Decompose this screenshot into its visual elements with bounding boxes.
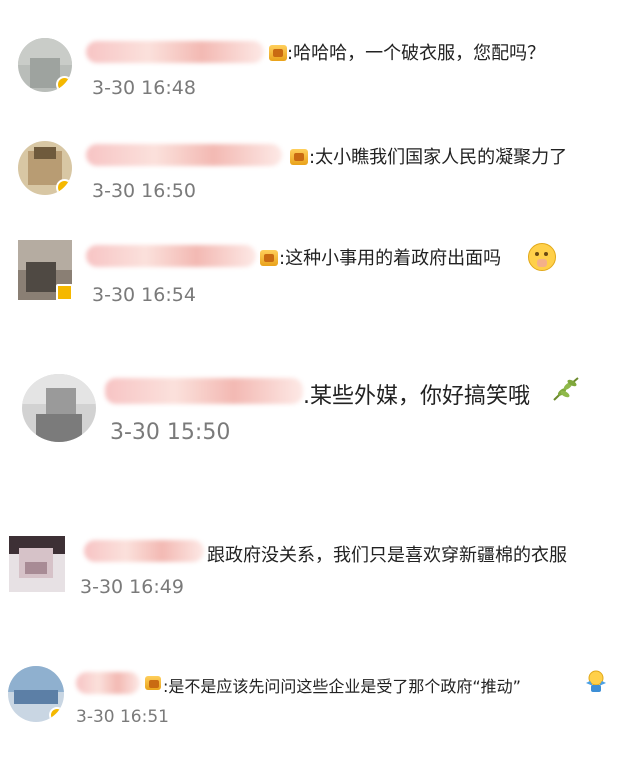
verified-badge-icon: [56, 284, 72, 300]
comment-text: .某些外媒，你好搞笑哦: [303, 384, 530, 409]
comment-time: 3-30 16:54: [92, 284, 196, 306]
username-blurred[interactable]: [76, 672, 140, 694]
comment-time: 3-30 15:50: [110, 420, 231, 445]
olive-branch-emoji: [550, 374, 582, 404]
verified-badge-icon: [56, 76, 72, 92]
comment-time: 3-30 16:48: [92, 77, 196, 99]
comment-text: :是不是应该先问问这些企业是受了那个政府“推动”: [163, 677, 521, 696]
avatar[interactable]: [18, 240, 72, 300]
avatar[interactable]: [22, 374, 96, 442]
username-blurred[interactable]: [86, 41, 264, 63]
comment-text: :太小瞧我们国家人民的凝聚力了: [309, 147, 568, 168]
comment-time: 3-30 16:51: [76, 707, 169, 727]
username-blurred[interactable]: [84, 540, 204, 562]
verified-badge-icon: [49, 707, 64, 722]
username-blurred[interactable]: [105, 378, 303, 404]
username-blurred[interactable]: [86, 245, 256, 267]
vip-icon: [269, 45, 287, 61]
comment-text: :哈哈哈，一个破衣服，您配吗？: [287, 43, 546, 64]
avatar[interactable]: [8, 666, 64, 722]
vip-icon: [145, 676, 161, 690]
vip-icon: [260, 250, 278, 266]
shushing-face-emoji: [528, 243, 556, 271]
comment-text: 跟政府没关系，我们只是喜欢穿新疆棉的衣服: [207, 545, 567, 566]
avatar[interactable]: [18, 38, 72, 92]
comment-time: 3-30 16:49: [80, 576, 184, 598]
verified-badge-icon: [56, 179, 72, 195]
username-blurred[interactable]: [86, 144, 282, 166]
avatar[interactable]: [9, 536, 65, 592]
comment-time: 3-30 16:50: [92, 180, 196, 202]
comment-text: :这种小事用的着政府出面吗: [279, 248, 502, 269]
avatar[interactable]: [18, 141, 72, 195]
shrug-emoji: [583, 668, 609, 694]
vip-icon: [290, 149, 308, 165]
